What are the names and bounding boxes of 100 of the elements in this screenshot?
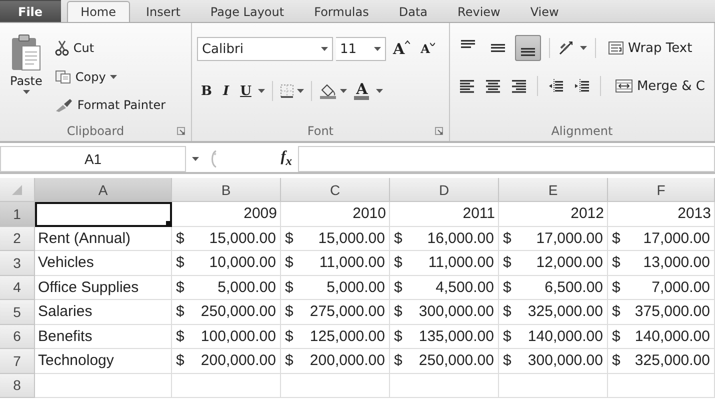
cell-value: 4,500.00 (436, 278, 494, 296)
currency-symbol: $ (285, 278, 294, 296)
cell-value: 13,000.00 (643, 254, 710, 272)
currency-symbol: $ (503, 230, 512, 247)
table-cell: Salaries (35, 300, 172, 324)
wrap-text-icon (608, 41, 624, 55)
currency-symbol: $ (285, 254, 294, 272)
caret-icon[interactable] (376, 89, 384, 93)
currency-symbol: $ (612, 352, 620, 370)
currency-symbol: $ (394, 254, 402, 272)
grow-font-button[interactable]: A (388, 38, 414, 60)
currency-symbol: $ (612, 328, 620, 345)
cell-value: 11,000.00 (319, 254, 385, 272)
caret-icon[interactable] (192, 157, 199, 161)
table-cell: Office Supplies (35, 276, 172, 300)
ribbon-tab[interactable]: Insert (132, 1, 194, 22)
currency-symbol: $ (176, 254, 184, 272)
cell-value: 200,000.00 (200, 352, 276, 370)
column-header[interactable]: B (172, 178, 281, 202)
ribbon-tab[interactable]: Review (444, 1, 514, 22)
group-label: Font (307, 124, 334, 138)
align-right-icon[interactable] (510, 79, 527, 93)
cell-value: 300,000.00 (418, 303, 494, 320)
row-header[interactable]: 5 (0, 300, 35, 324)
align-center-icon[interactable] (484, 79, 501, 93)
row-header[interactable]: 1 (0, 202, 35, 226)
table-cell: 2011 (390, 202, 499, 226)
caret-icon[interactable] (297, 89, 304, 93)
row-header[interactable]: 4 (0, 276, 35, 300)
ribbon-tab[interactable]: Data (384, 1, 442, 22)
fill-bucket-icon[interactable] (319, 83, 338, 99)
column-header[interactable]: D (390, 178, 499, 202)
vertical-align-button[interactable] (514, 35, 541, 61)
increase-indent-icon[interactable] (574, 79, 590, 93)
ribbon-tab[interactable]: Formulas (300, 1, 383, 22)
row-header[interactable]: 8 (0, 374, 35, 398)
wrap-text-button[interactable]: Wrap Text (604, 38, 696, 58)
cell-value: 100,000.00 (200, 328, 276, 345)
currency-symbol: $ (612, 254, 620, 272)
caret-icon (430, 42, 435, 46)
row-header[interactable]: 6 (0, 324, 35, 349)
align-left-icon[interactable] (458, 79, 475, 93)
merge-button[interactable]: Merge & C (610, 76, 709, 96)
cell-value: 250,000.00 (200, 303, 276, 320)
table-cell: 2012 (499, 202, 608, 226)
caret-icon (22, 90, 30, 94)
decrease-indent-icon[interactable] (548, 79, 564, 93)
caret-icon[interactable] (580, 46, 587, 50)
currency-symbol: $ (285, 303, 294, 320)
column-header[interactable]: A (35, 178, 172, 202)
dialog-launcher-icon[interactable] (176, 127, 185, 135)
ribbon-tab[interactable]: Page Layout (196, 1, 298, 22)
ribbon-tab[interactable]: View (516, 1, 573, 22)
cut-button[interactable]: Cut (51, 38, 170, 58)
cell-value: 5,000.00 (326, 278, 385, 296)
currency-symbol: $ (394, 230, 402, 247)
currency-symbol: $ (285, 352, 294, 370)
row-header[interactable]: 2 (0, 226, 35, 251)
cell-value: 200,000.00 (310, 352, 385, 370)
table-cell: Benefits (35, 324, 172, 349)
font-name-dropdown[interactable]: Calibri (196, 37, 333, 61)
cell-value: 135,000.00 (418, 328, 494, 345)
copy-button[interactable]: Copy (51, 68, 170, 86)
currency-symbol: $ (176, 328, 184, 345)
column-header[interactable]: F (608, 178, 715, 202)
borders-icon[interactable] (280, 84, 294, 98)
column-header[interactable]: C (281, 178, 390, 202)
dialog-launcher-icon[interactable] (434, 127, 443, 135)
table-cell: Technology (35, 349, 172, 374)
formula-field[interactable] (298, 146, 715, 172)
cell-value: 325,000.00 (634, 352, 710, 370)
cell-value: 5,000.00 (218, 278, 276, 296)
currency-symbol: $ (176, 230, 184, 247)
cell-value: 15,000.00 (318, 230, 385, 247)
name-box[interactable]: A1 (0, 146, 186, 172)
row-header[interactable]: 3 (0, 251, 35, 276)
cell-value: 7,000.00 (652, 278, 710, 296)
paste-button[interactable]: Paste (5, 31, 48, 97)
row-header[interactable]: 7 (0, 349, 35, 374)
insert-function-button[interactable]: f$_{x}$ (280, 149, 292, 169)
currency-symbol: $ (503, 303, 512, 320)
group-label: Alignment (551, 124, 613, 138)
cell-value: 125,000.00 (310, 328, 385, 345)
italic-button[interactable]: I (218, 82, 234, 100)
file-menu-tab[interactable]: File (0, 0, 61, 22)
caret-icon[interactable] (340, 89, 348, 93)
align-middle-icon (490, 44, 505, 52)
shrink-font-button[interactable]: A (416, 40, 439, 58)
underline-button[interactable]: U (236, 82, 256, 100)
column-header[interactable]: E (499, 178, 608, 202)
cell-value: 140,000.00 (634, 328, 710, 345)
font-color-button[interactable]: A (350, 80, 374, 102)
font-size-dropdown[interactable]: 11 (336, 37, 386, 61)
ribbon-tab[interactable]: Home (66, 1, 130, 22)
cell-value: 16,000.00 (427, 230, 494, 247)
format-painter-button[interactable]: Format Painter (51, 96, 170, 114)
currency-symbol: $ (285, 328, 294, 345)
currency-symbol: $ (176, 303, 184, 320)
caret-icon[interactable] (258, 89, 266, 93)
bold-button[interactable]: B (196, 82, 216, 100)
